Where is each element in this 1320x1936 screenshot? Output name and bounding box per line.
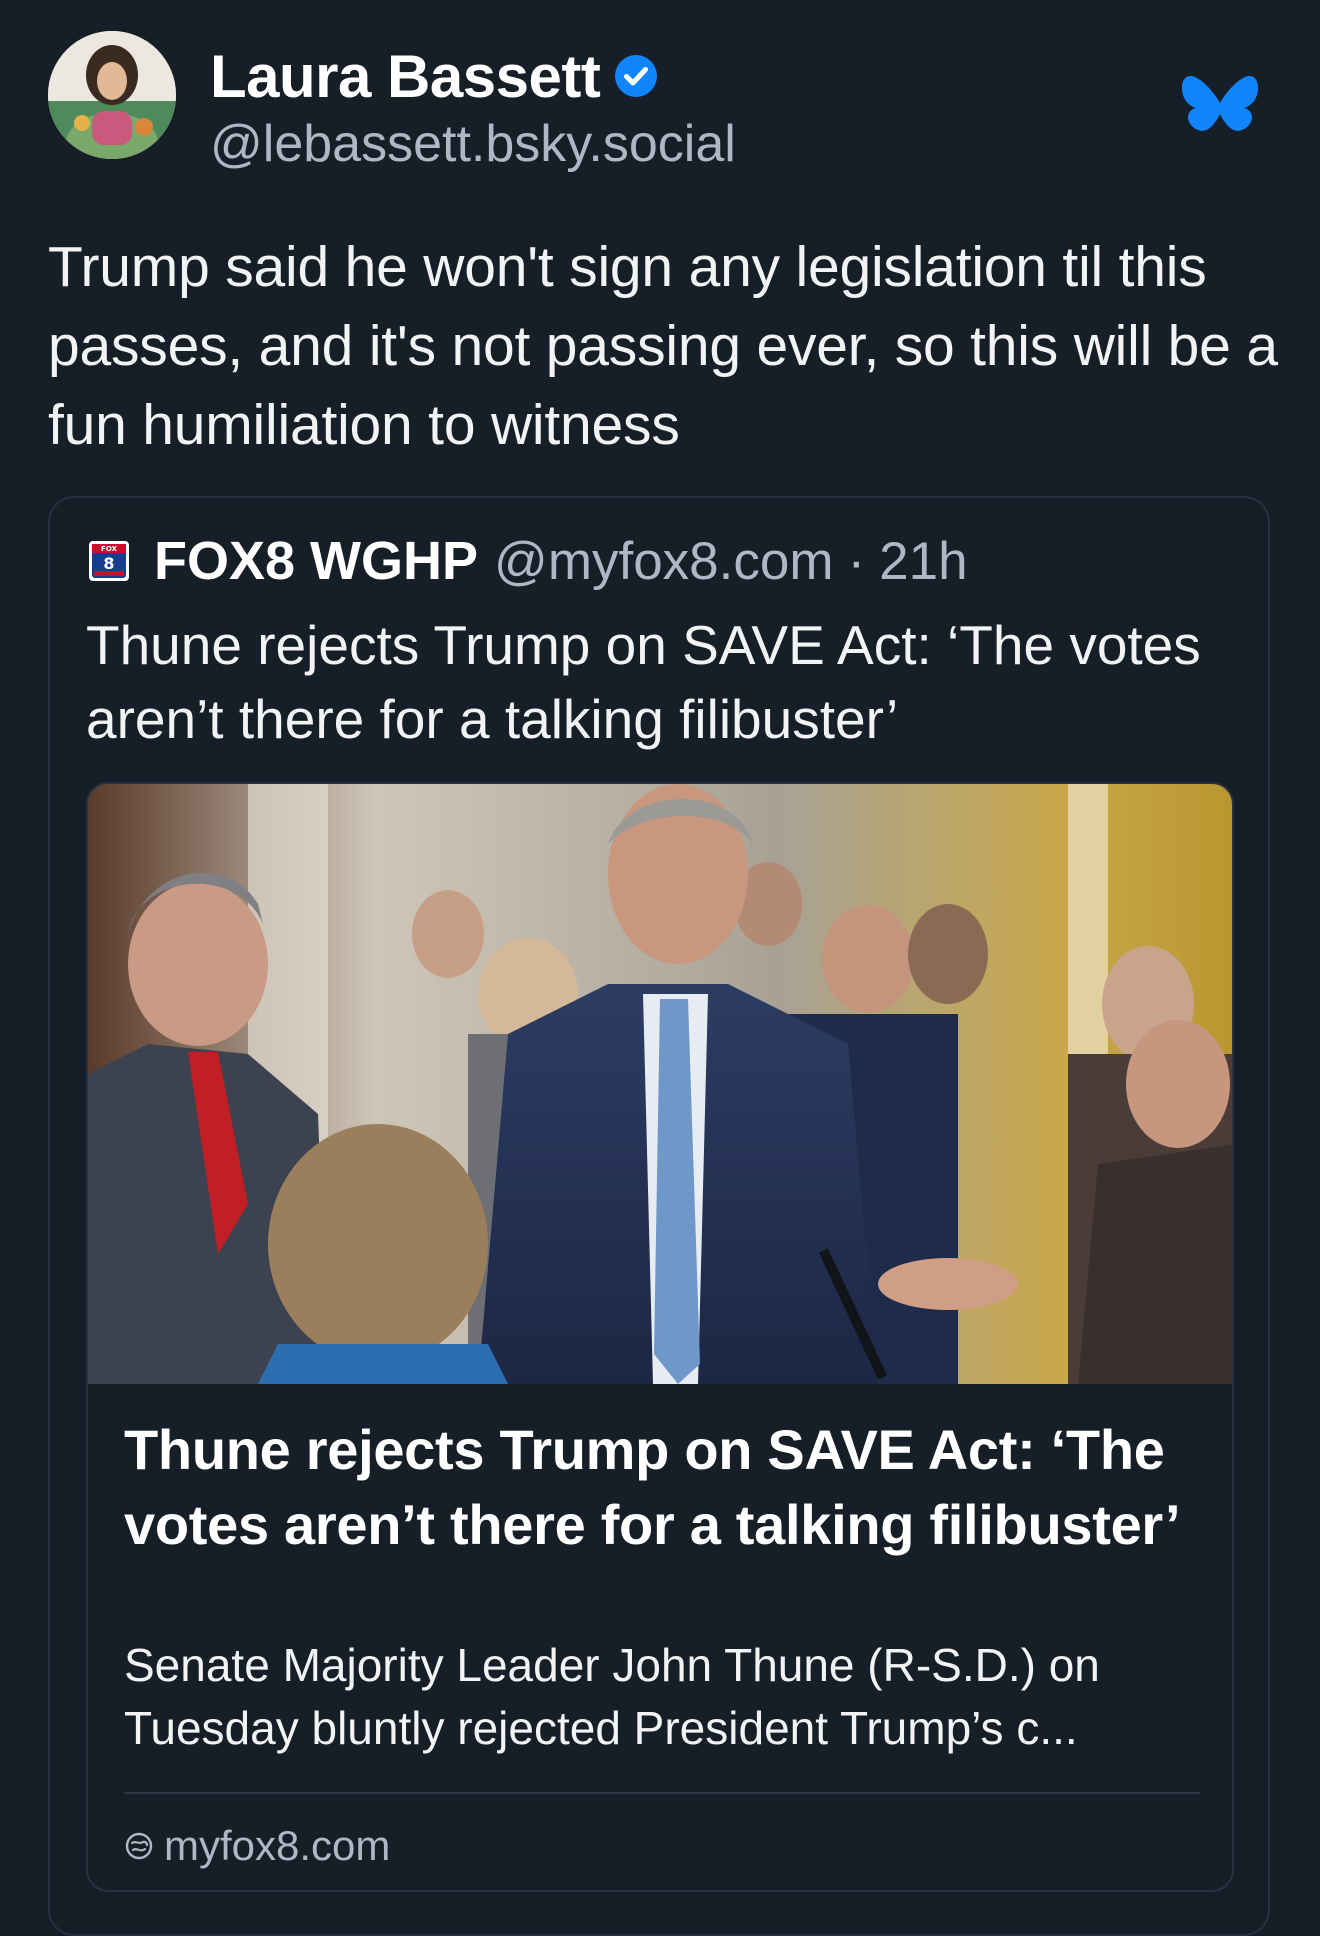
quoted-timestamp: 21h	[879, 531, 968, 591]
post-header: Laura Bassett @lebassett.bsky.social	[48, 28, 1272, 173]
link-divider	[124, 1792, 1200, 1794]
link-description: Senate Majority Leader John Thune (R-S.D…	[124, 1639, 1100, 1754]
link-preview-card[interactable]: Thune rejects Trump on SAVE Act: ‘The vo…	[86, 782, 1234, 1892]
svg-text:8: 8	[103, 554, 114, 573]
link-domain: myfox8.com	[164, 1822, 391, 1869]
author-handle[interactable]: @lebassett.bsky.social	[210, 114, 736, 174]
link-title[interactable]: Thune rejects Trump on SAVE Act: ‘The vo…	[124, 1412, 1204, 1562]
globe-icon	[124, 1831, 154, 1861]
verified-badge-icon	[614, 54, 658, 98]
quoted-author-name[interactable]: FOX8 WGHP	[154, 530, 478, 592]
fox8-logo-icon: FOX 8	[86, 538, 132, 584]
butterfly-icon[interactable]	[1180, 72, 1260, 142]
author-name-row: Laura Bassett	[210, 40, 658, 112]
link-preview-image	[88, 784, 1232, 1384]
quoted-author-handle[interactable]: @myfox8.com	[494, 531, 833, 592]
svg-text:FOX: FOX	[101, 545, 117, 553]
link-domain-row[interactable]: myfox8.com	[124, 1818, 390, 1874]
quoted-post[interactable]: FOX 8 FOX8 WGHP @myfox8.com · 21h Thune …	[48, 496, 1270, 1936]
quoted-post-header: FOX 8 FOX8 WGHP @myfox8.com · 21h	[86, 528, 968, 594]
author-avatar[interactable]	[48, 31, 176, 159]
quoted-post-text: Thune rejects Trump on SAVE Act: ‘The vo…	[86, 614, 1201, 750]
quoted-separator: ·	[847, 531, 866, 591]
avatar-image	[48, 31, 176, 159]
post-text: Trump said he won't sign any legislation…	[48, 235, 1278, 457]
author-name[interactable]: Laura Bassett	[210, 42, 601, 111]
